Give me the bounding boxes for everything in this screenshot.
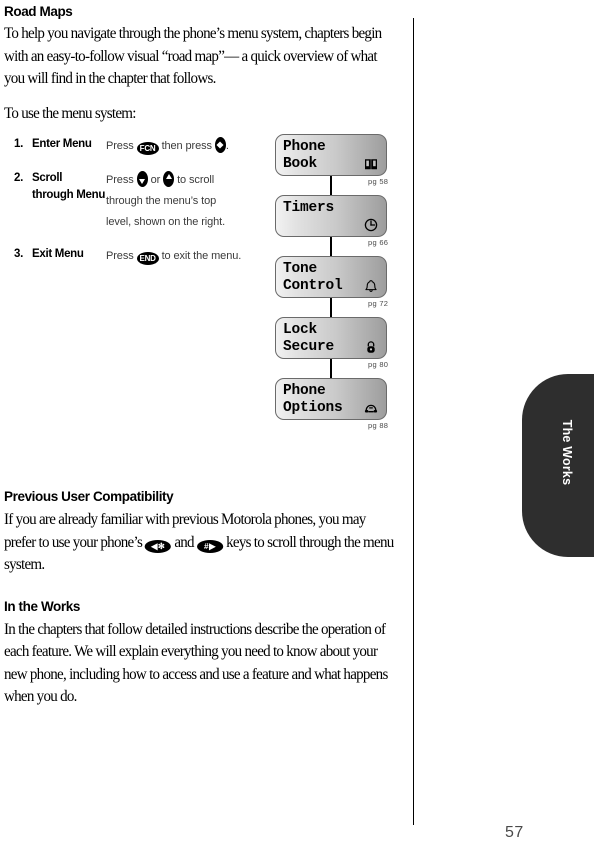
menu-display-box: Lock Secure: [275, 317, 387, 359]
step-number: 2.: [14, 172, 23, 184]
step-number: 3.: [14, 248, 23, 260]
step-text-before: Press: [106, 140, 134, 152]
telephone-icon: [364, 401, 378, 415]
step-title: Exit Menu: [32, 248, 84, 260]
lock-icon: [364, 340, 378, 354]
menu-item-label: Timers: [283, 200, 335, 216]
select-key-icon: [214, 137, 226, 153]
step-text-after: to exit the menu.: [161, 250, 242, 262]
step-text-before: Press: [106, 250, 134, 262]
roadmap-connector: [330, 359, 332, 378]
step-text-mid: then press: [161, 140, 212, 152]
roadmap-connector: [330, 237, 332, 256]
menu-item-label: Tone Control: [283, 261, 343, 294]
roadmap-node-tone-control[interactable]: Tone Control pg 72: [275, 256, 388, 308]
chapter-side-tab-label: The Works: [560, 419, 574, 486]
paragraph-to-use-menu: To use the menu system:: [4, 104, 136, 122]
menu-roadmap-diagram: Phone Book pg 58 Timers pg 66 Tone Contr…: [248, 134, 393, 434]
roadmap-connector: [330, 176, 332, 195]
manual-page: Road Maps To help you navigate through t…: [0, 0, 594, 846]
book-icon: [364, 157, 378, 171]
column-divider-rule: [413, 18, 414, 825]
menu-item-label: Lock Secure: [283, 322, 335, 355]
step-description: Press or to scroll through the menu’s to…: [106, 170, 244, 233]
menu-display-box: Timers: [275, 195, 387, 237]
end-key-icon: END: [136, 252, 159, 265]
menu-display-box: Phone Book: [275, 134, 387, 176]
paragraph-in-the-works: In the chapters that follow detailed ins…: [4, 620, 388, 706]
step-text-mid: or: [150, 174, 161, 186]
hash-scroll-key-icon: #▶: [196, 539, 224, 553]
clock-icon: [364, 218, 378, 232]
step-description: Press FCN then press .: [106, 136, 244, 157]
page-reference: pg 72: [368, 299, 389, 308]
step-item-scroll-menu: 2. Scroll through Menu Press or to scrol…: [14, 170, 244, 233]
page-number: 57: [505, 824, 524, 841]
scroll-up-key-icon: [163, 171, 175, 187]
step-number: 1.: [14, 138, 23, 150]
paragraph-conjunction: and: [174, 533, 194, 551]
menu-item-label: Phone Book: [283, 139, 326, 172]
heading-road-maps: Road Maps: [4, 4, 73, 19]
step-description: Press END to exit the menu.: [106, 246, 244, 267]
menu-steps-list: 1. Enter Menu Press FCN then press . 2. …: [14, 136, 244, 267]
chapter-side-tab: The Works: [522, 374, 594, 557]
step-text-after: .: [225, 140, 229, 152]
page-reference: pg 66: [368, 238, 389, 247]
page-reference: pg 88: [368, 421, 389, 430]
lower-text-column: Previous User Compatibility If you are a…: [4, 489, 408, 709]
step-item-enter-menu: 1. Enter Menu Press FCN then press .: [14, 136, 244, 157]
page-reference: pg 80: [368, 360, 389, 369]
paragraph-previous-user: If you are already familiar with previou…: [4, 509, 396, 577]
step-title: Scroll through Menu: [32, 172, 106, 201]
step-text-before: Press: [106, 174, 134, 186]
scroll-down-key-icon: [136, 171, 148, 187]
roadmap-node-timers[interactable]: Timers pg 66: [275, 195, 388, 247]
page-reference: pg 58: [368, 177, 389, 186]
menu-item-label: Phone Options: [283, 383, 343, 416]
step-item-exit-menu: 3. Exit Menu Press END to exit the menu.: [14, 246, 244, 267]
menu-display-box: Phone Options: [275, 378, 387, 420]
step-title: Enter Menu: [32, 138, 92, 150]
star-scroll-key-icon: ◀✻: [145, 539, 172, 553]
roadmap-node-phone-book[interactable]: Phone Book pg 58: [275, 134, 388, 186]
bell-icon: [364, 279, 378, 293]
text-column: Road Maps To help you navigate through t…: [4, 0, 408, 125]
roadmap-node-lock-secure[interactable]: Lock Secure pg 80: [275, 317, 388, 369]
roadmap-node-phone-options[interactable]: Phone Options pg 88: [275, 378, 388, 430]
fcn-key-icon: FCN: [136, 142, 159, 155]
heading-previous-user-compatibility: Previous User Compatibility: [4, 489, 174, 504]
menu-display-box: Tone Control: [275, 256, 387, 298]
roadmap-connector: [330, 298, 332, 317]
heading-in-the-works: In the Works: [4, 598, 80, 614]
paragraph-road-maps-intro: To help you navigate through the phone’s…: [4, 25, 382, 87]
